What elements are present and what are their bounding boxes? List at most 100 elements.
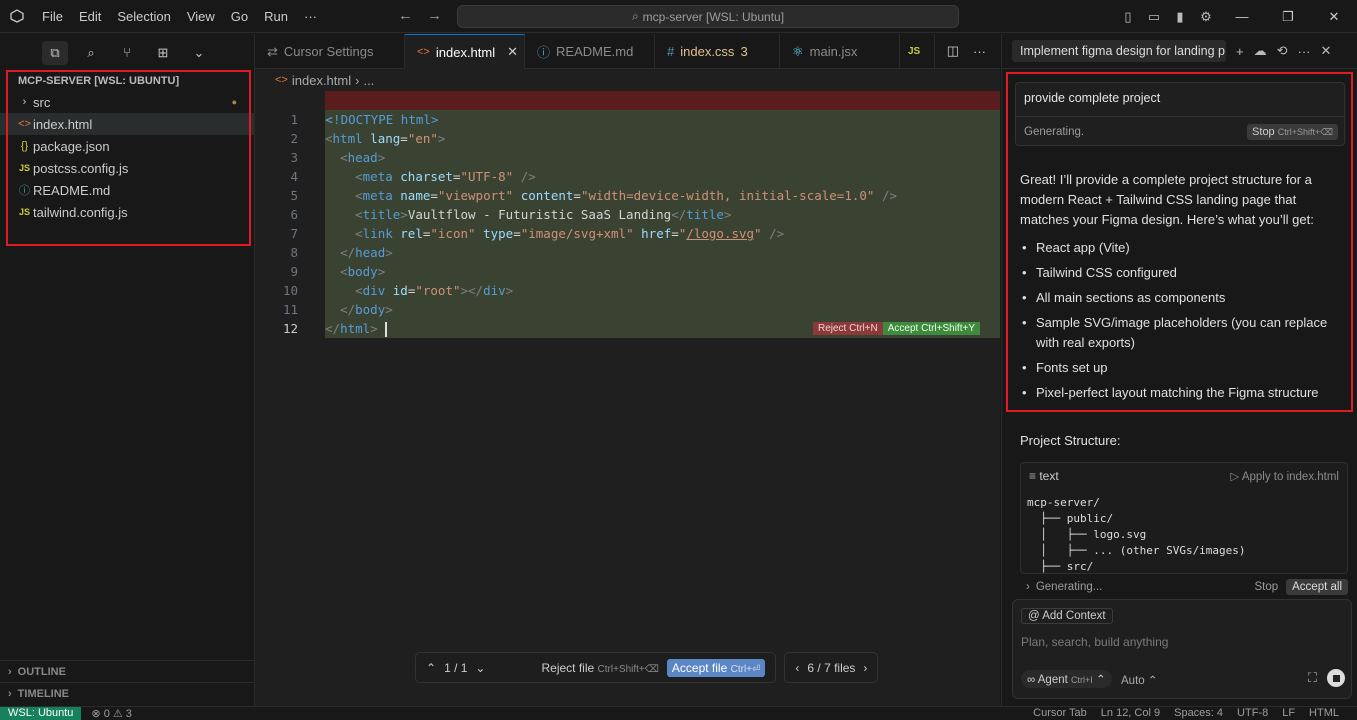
accept-all-button[interactable]: Accept all xyxy=(1286,579,1348,595)
code-token: "viewport" xyxy=(437,188,514,203)
new-chat-icon[interactable]: + xyxy=(1236,44,1244,59)
accept-file-button[interactable]: Accept file Ctrl+⏎ xyxy=(666,658,766,677)
toggle-secondary-sidebar-icon[interactable]: ▮ xyxy=(1167,9,1193,25)
more-options-icon[interactable]: ··· xyxy=(1298,44,1311,59)
close-window-icon[interactable]: ✕ xyxy=(1311,9,1357,25)
toggle-primary-sidebar-icon[interactable]: ▯ xyxy=(1115,9,1141,25)
menu-run[interactable]: Run xyxy=(256,9,296,24)
indentation[interactable]: Spaces: 4 xyxy=(1174,707,1223,719)
menu-selection[interactable]: Selection xyxy=(109,9,178,24)
chat-input-box[interactable]: @ Add Context Plan, search, build anythi… xyxy=(1012,599,1352,699)
agent-mode-selector[interactable]: ∞ Agent Ctrl+I ⌃ xyxy=(1021,670,1112,688)
menu-more[interactable]: ··· xyxy=(296,9,325,24)
project-structure-heading: Project Structure: xyxy=(1020,433,1121,448)
more-actions-icon[interactable]: ··· xyxy=(973,44,986,59)
code-token: title xyxy=(362,207,401,222)
close-panel-icon[interactable]: ✕ xyxy=(1321,43,1332,59)
code-token: <!DOCTYPE html> xyxy=(325,112,439,127)
code-token: html xyxy=(332,131,363,146)
line-number: 8 xyxy=(290,245,298,260)
chevron-up-icon[interactable]: ⌃ xyxy=(426,661,436,675)
line-ending[interactable]: LF xyxy=(1282,707,1295,719)
command-center-search[interactable]: ⌕ mcp-server [WSL: Ubuntu] xyxy=(457,5,959,28)
add-context-button[interactable]: @ Add Context xyxy=(1021,608,1113,624)
status-right: Cursor Tab Ln 12, Col 9 Spaces: 4 UTF-8 … xyxy=(1033,707,1357,719)
tab-index-html[interactable]: <> index.html ✕ xyxy=(405,34,525,69)
code-token: "UTF-8" xyxy=(460,169,514,184)
remote-indicator[interactable]: WSL: Ubuntu xyxy=(0,706,82,720)
deleted-line xyxy=(325,91,1000,110)
code-link[interactable]: /logo.svg xyxy=(686,226,754,241)
code-editor[interactable]: 1 <<!DOCTYPE html> 2 <html lang="en"> 3 <h… xyxy=(255,91,1000,338)
chevron-right-icon[interactable]: › xyxy=(863,661,867,675)
tab-main-jsx[interactable]: ⚛ main.jsx xyxy=(780,34,900,69)
split-editor-icon[interactable]: ◫ xyxy=(947,43,959,59)
file-navigator[interactable]: ‹ 6 / 7 files › xyxy=(784,652,879,683)
agent-shortcut: Ctrl+I xyxy=(1071,675,1093,685)
line-content: <title>Vaultflow - Futuristic SaaS Landi… xyxy=(325,205,1000,224)
title-right-controls: ▯ ▭ ▮ ⚙ — ❐ ✕ xyxy=(1115,0,1357,33)
extensions-icon[interactable]: ⊞ xyxy=(150,41,176,65)
line-number: 9 xyxy=(290,264,298,279)
cloud-icon[interactable]: ☁ xyxy=(1254,43,1267,59)
apply-button[interactable]: ▷ Apply to index.html xyxy=(1230,469,1339,483)
code-token: meta xyxy=(362,169,393,184)
chevron-right-icon[interactable]: › xyxy=(1026,581,1030,593)
chevron-down-icon[interactable]: ⌄ xyxy=(475,661,485,675)
breadcrumb-file[interactable]: index.html xyxy=(292,73,351,88)
chevron-down-icon[interactable]: ⌄ xyxy=(186,41,212,65)
code-block-header: ≡ text ▷ Apply to index.html xyxy=(1021,463,1347,489)
menu-go[interactable]: Go xyxy=(223,9,256,24)
chat-tab-title[interactable]: Implement figma design for landing p xyxy=(1012,40,1226,62)
restore-icon[interactable]: ❐ xyxy=(1265,9,1311,25)
menu-view[interactable]: View xyxy=(179,9,223,24)
line-number: 3 xyxy=(290,150,298,165)
tab-index-css[interactable]: # index.css 3 xyxy=(655,34,780,69)
timeline-section[interactable]: › TIMELINE xyxy=(0,682,255,704)
menu-file[interactable]: File xyxy=(34,9,71,24)
menu-edit[interactable]: Edit xyxy=(71,9,109,24)
back-arrow-icon[interactable]: ← xyxy=(398,7,413,24)
breadcrumb-rest[interactable]: ... xyxy=(363,73,374,88)
close-tab-icon[interactable]: ✕ xyxy=(507,44,518,60)
minimize-icon[interactable]: — xyxy=(1219,9,1265,24)
css-file-icon: # xyxy=(667,44,675,59)
problems-indicator[interactable]: ⊗ 0 ⚠ 3 xyxy=(91,707,131,720)
diff-review-bar: ⌃ 1 / 1 ⌄ Reject file Ctrl+Shift+⌫ Accep… xyxy=(415,652,879,683)
code-token: "en" xyxy=(407,131,438,146)
line-content: </body> xyxy=(325,300,1000,319)
toggle-panel-icon[interactable]: ▭ xyxy=(1141,9,1167,25)
reject-file-button[interactable]: Reject file Ctrl+Shift+⌫ xyxy=(541,661,658,675)
line-content: <div id="root"></div> xyxy=(325,281,1000,300)
model-selector[interactable]: Auto ⌃ xyxy=(1121,673,1158,687)
history-icon[interactable]: ⟲ xyxy=(1277,43,1288,59)
search-view-icon[interactable]: ⌕ xyxy=(78,41,104,65)
breadcrumb: <> index.html › ... xyxy=(255,69,1000,91)
tab-cursor-settings[interactable]: ⇄ Cursor Settings xyxy=(255,34,405,69)
stop-send-button[interactable] xyxy=(1327,669,1345,687)
accept-inline-button[interactable]: Accept Ctrl+Shift+Y xyxy=(882,322,980,335)
cursor-position[interactable]: Ln 12, Col 9 xyxy=(1101,707,1160,719)
source-control-icon[interactable]: ⑂ xyxy=(114,41,140,65)
code-token: html xyxy=(340,321,371,336)
language-mode[interactable]: HTML xyxy=(1309,707,1339,719)
chat-input-placeholder[interactable]: Plan, search, build anything xyxy=(1021,635,1168,649)
chevron-left-icon[interactable]: ‹ xyxy=(795,661,799,675)
hunk-navigator[interactable]: ⌃ 1 / 1 ⌄ Reject file Ctrl+Shift+⌫ Accep… xyxy=(415,652,777,683)
tab-readme[interactable]: ⓘ README.md xyxy=(525,34,655,69)
explorer-icon[interactable]: ⧉ xyxy=(42,40,68,65)
code-line-deleted xyxy=(255,91,1000,110)
code-block-content: mcp-server/ ├── public/ │ ├── logo.svg │… xyxy=(1027,496,1246,573)
stop-generating-button[interactable]: Stop xyxy=(1254,581,1278,593)
forward-arrow-icon[interactable]: → xyxy=(427,7,442,24)
settings-gear-icon[interactable]: ⚙ xyxy=(1193,9,1219,25)
code-token: id xyxy=(392,283,408,298)
problem-count-badge: 3 xyxy=(740,44,748,59)
encoding[interactable]: UTF-8 xyxy=(1237,707,1268,719)
sidebar-toolbar: ⧉ ⌕ ⑂ ⊞ ⌄ xyxy=(0,34,254,71)
tab-js-overflow[interactable]: JS xyxy=(900,34,935,69)
image-attach-icon[interactable]: ⛶ xyxy=(1308,670,1317,686)
reject-inline-button[interactable]: Reject Ctrl+N xyxy=(812,322,883,335)
cursor-tab-status[interactable]: Cursor Tab xyxy=(1033,707,1087,719)
outline-section[interactable]: › OUTLINE xyxy=(0,660,255,682)
